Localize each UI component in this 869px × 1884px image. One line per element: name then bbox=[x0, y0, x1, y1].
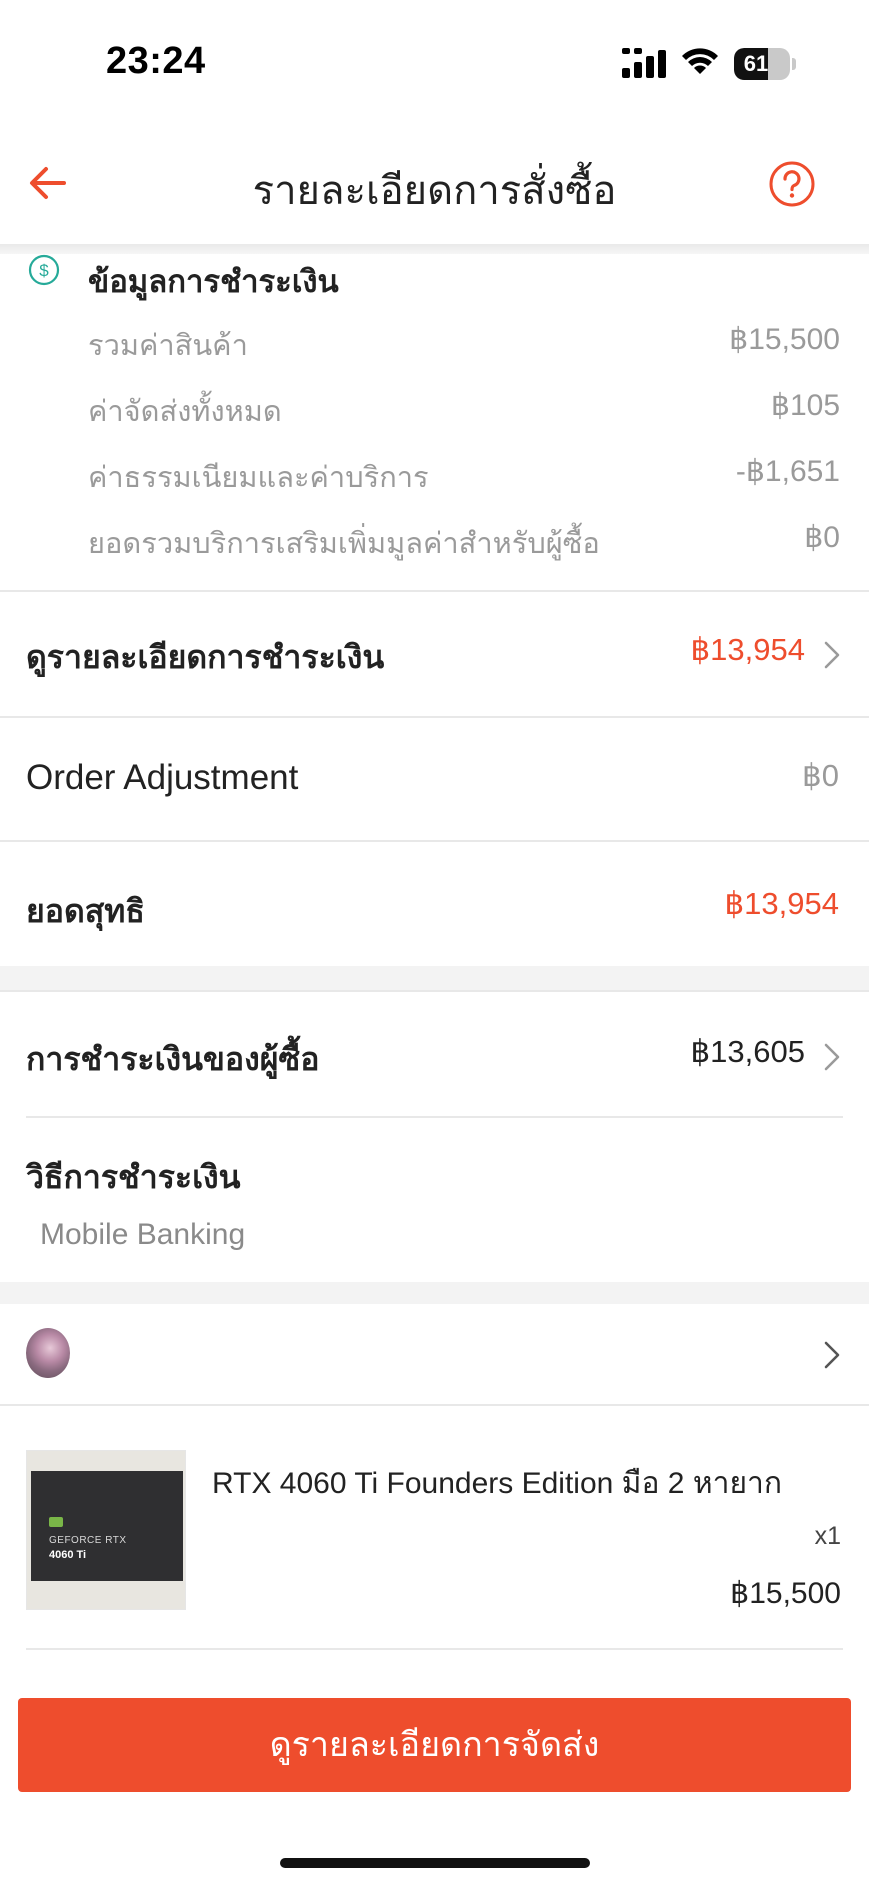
section-gap bbox=[0, 966, 869, 992]
payment-row-value: ฿105 bbox=[770, 389, 840, 422]
payment-row-fees: ค่าธรรมเนียมและค่าบริการ -฿1,651 bbox=[88, 454, 840, 500]
order-adjustment-row: Order Adjustment ฿0 bbox=[0, 718, 869, 842]
view-shipping-details-button[interactable]: ดูรายละเอียดการจัดส่ง bbox=[18, 1698, 851, 1792]
net-total-value: ฿13,954 bbox=[724, 886, 839, 921]
payment-row-label: ยอดรวมบริการเสริมเพิ่มมูลค่าสำหรับผู้ซื้… bbox=[88, 526, 600, 560]
payment-row-label: ค่าจัดส่งทั้งหมด bbox=[88, 394, 282, 428]
payment-row-label: รวมค่าสินค้า bbox=[88, 328, 248, 362]
divider bbox=[26, 1116, 843, 1118]
order-adjustment-label: Order Adjustment bbox=[26, 758, 299, 797]
chevron-right-icon bbox=[824, 1341, 840, 1369]
product-box-image: GEFORCE RTX 4060 Ti bbox=[31, 1471, 183, 1581]
buyer-payment-value: ฿13,605 bbox=[690, 1034, 805, 1069]
view-payment-details-row[interactable]: ดูรายละเอียดการชำระเงิน ฿13,954 bbox=[0, 592, 869, 716]
net-total-row: ยอดสุทธิ ฿13,954 bbox=[0, 842, 869, 966]
svg-text:$: $ bbox=[39, 261, 49, 280]
shop-row[interactable] bbox=[0, 1304, 869, 1404]
header-shadow bbox=[0, 244, 869, 254]
view-payment-details-label: ดูรายละเอียดการชำระเงิน bbox=[26, 638, 385, 676]
nvidia-logo-icon bbox=[49, 1517, 63, 1527]
payment-method-label: วิธีการชำระเงิน bbox=[26, 1158, 241, 1196]
payment-method-value: Mobile Banking bbox=[40, 1218, 246, 1251]
top-nav-bar: รายละเอียดการสั่งซื้อ bbox=[0, 120, 869, 248]
product-price: ฿15,500 bbox=[730, 1577, 841, 1610]
thumb-line-1: GEFORCE RTX bbox=[49, 1535, 127, 1546]
wifi-icon bbox=[682, 48, 718, 74]
shop-avatar[interactable] bbox=[26, 1328, 70, 1378]
product-thumbnail[interactable]: GEFORCE RTX 4060 Ti bbox=[26, 1450, 186, 1610]
payment-row-label: ค่าธรรมเนียมและค่าบริการ bbox=[88, 460, 429, 494]
product-name[interactable]: RTX 4060 Ti Founders Edition มือ 2 หายาก bbox=[212, 1460, 782, 1507]
net-total-label: ยอดสุทธิ bbox=[26, 892, 145, 930]
dollar-circle-icon: $ bbox=[28, 254, 60, 286]
buyer-payment-row[interactable]: การชำระเงินของผู้ซื้อ ฿13,605 bbox=[0, 992, 869, 1116]
cellular-signal-icon bbox=[622, 48, 666, 78]
payment-row-value: ฿0 bbox=[804, 521, 840, 554]
home-indicator bbox=[280, 1858, 590, 1868]
chevron-right-icon bbox=[824, 641, 840, 669]
payment-row-value: -฿1,651 bbox=[735, 455, 840, 488]
bottom-action-bar: ดูรายละเอียดการจัดส่ง bbox=[0, 1680, 869, 1884]
section-gap bbox=[0, 1282, 869, 1304]
payment-info-title: ข้อมูลการชำระเงิน bbox=[88, 264, 339, 300]
payment-row-addons: ยอดรวมบริการเสริมเพิ่มมูลค่าสำหรับผู้ซื้… bbox=[88, 520, 840, 566]
buyer-payment-label: การชำระเงินของผู้ซื้อ bbox=[26, 1040, 320, 1078]
order-adjustment-value: ฿0 bbox=[802, 758, 839, 793]
question-circle-icon[interactable] bbox=[768, 160, 816, 208]
thumb-line-2: 4060 Ti bbox=[49, 1549, 87, 1561]
chevron-right-icon bbox=[824, 1043, 840, 1071]
arrow-left-icon[interactable] bbox=[26, 160, 72, 206]
payment-row-value: ฿15,500 bbox=[729, 323, 840, 356]
divider bbox=[26, 1648, 843, 1650]
status-time: 23:24 bbox=[106, 40, 206, 82]
product-quantity: x1 bbox=[814, 1522, 841, 1550]
payment-row-subtotal: รวมค่าสินค้า ฿15,500 bbox=[88, 322, 840, 368]
status-bar: 23:24 61 bbox=[0, 0, 869, 120]
battery-level: 61 bbox=[743, 51, 769, 76]
payment-row-shipping: ค่าจัดส่งทั้งหมด ฿105 bbox=[88, 388, 840, 434]
page-title: รายละเอียดการสั่งซื้อ bbox=[252, 168, 617, 214]
divider bbox=[0, 1404, 869, 1406]
battery-icon: 61 bbox=[734, 48, 796, 80]
view-payment-details-value: ฿13,954 bbox=[690, 632, 805, 667]
